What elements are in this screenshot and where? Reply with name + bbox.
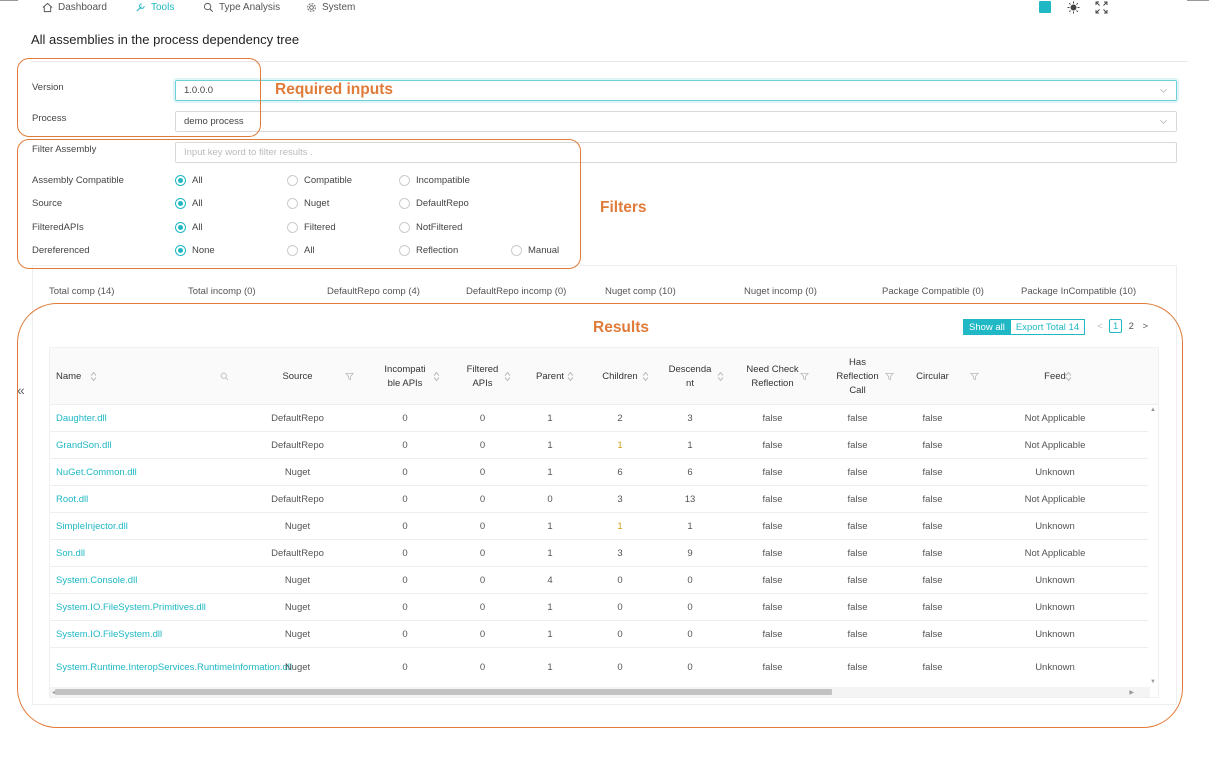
top-edge-divider-right (1187, 0, 1209, 1)
search-icon (203, 2, 213, 12)
nav-item-label: System (322, 1, 356, 13)
required-inputs-callout-box (17, 58, 261, 137)
filters-callout-box (17, 139, 581, 269)
results-callout: Results (593, 319, 649, 336)
top-nav: Dashboard Tools Type Analysis System (0, 0, 1209, 14)
nav-item-type-analysis[interactable]: Type Analysis (203, 0, 280, 14)
top-edge-divider-left (0, 0, 18, 1)
fullscreen-button[interactable] (1094, 0, 1108, 14)
stat-defaultrepo-comp[interactable]: DefaultRepo comp (4) (327, 286, 420, 297)
nav-item-tools[interactable]: Tools (135, 0, 174, 14)
nav-item-dashboard[interactable]: Dashboard (42, 0, 107, 14)
stat-package-compatible[interactable]: Package Compatible (0) (882, 286, 984, 297)
results-callout-box (17, 303, 1183, 728)
theme-color-button[interactable] (1038, 0, 1052, 14)
color-square-icon (1039, 1, 1051, 13)
nav-item-label: Type Analysis (219, 1, 281, 13)
stat-defaultrepo-incomp[interactable]: DefaultRepo incomp (0) (466, 286, 566, 297)
fullscreen-icon (1095, 1, 1107, 13)
gear-icon (307, 2, 316, 12)
home-icon (42, 2, 53, 12)
chevron-down-icon (1160, 88, 1167, 93)
filters-callout: Filters (600, 199, 647, 216)
top-icon-bar (1038, 0, 1108, 14)
stat-package-incompatible[interactable]: Package InCompatible (10) (1021, 286, 1136, 297)
stat-total-incomp[interactable]: Total incomp (0) (188, 286, 256, 297)
chevron-down-icon (1160, 119, 1167, 124)
stat-total-comp[interactable]: Total comp (14) (49, 286, 114, 297)
stat-nuget-comp[interactable]: Nuget comp (10) (605, 286, 676, 297)
dark-mode-toggle[interactable] (1066, 0, 1080, 14)
nav-item-system[interactable]: System (306, 0, 355, 14)
nav-item-label: Tools (151, 1, 175, 13)
sun-bug-icon (1067, 1, 1079, 13)
required-inputs-callout: Required inputs (275, 81, 393, 98)
stat-nuget-incomp[interactable]: Nuget incomp (0) (744, 286, 817, 297)
nav-item-label: Dashboard (58, 1, 107, 13)
page-title: All assemblies in the process dependency… (31, 32, 300, 47)
wrench-icon (136, 2, 145, 12)
process-select[interactable]: demo process (175, 111, 1177, 132)
